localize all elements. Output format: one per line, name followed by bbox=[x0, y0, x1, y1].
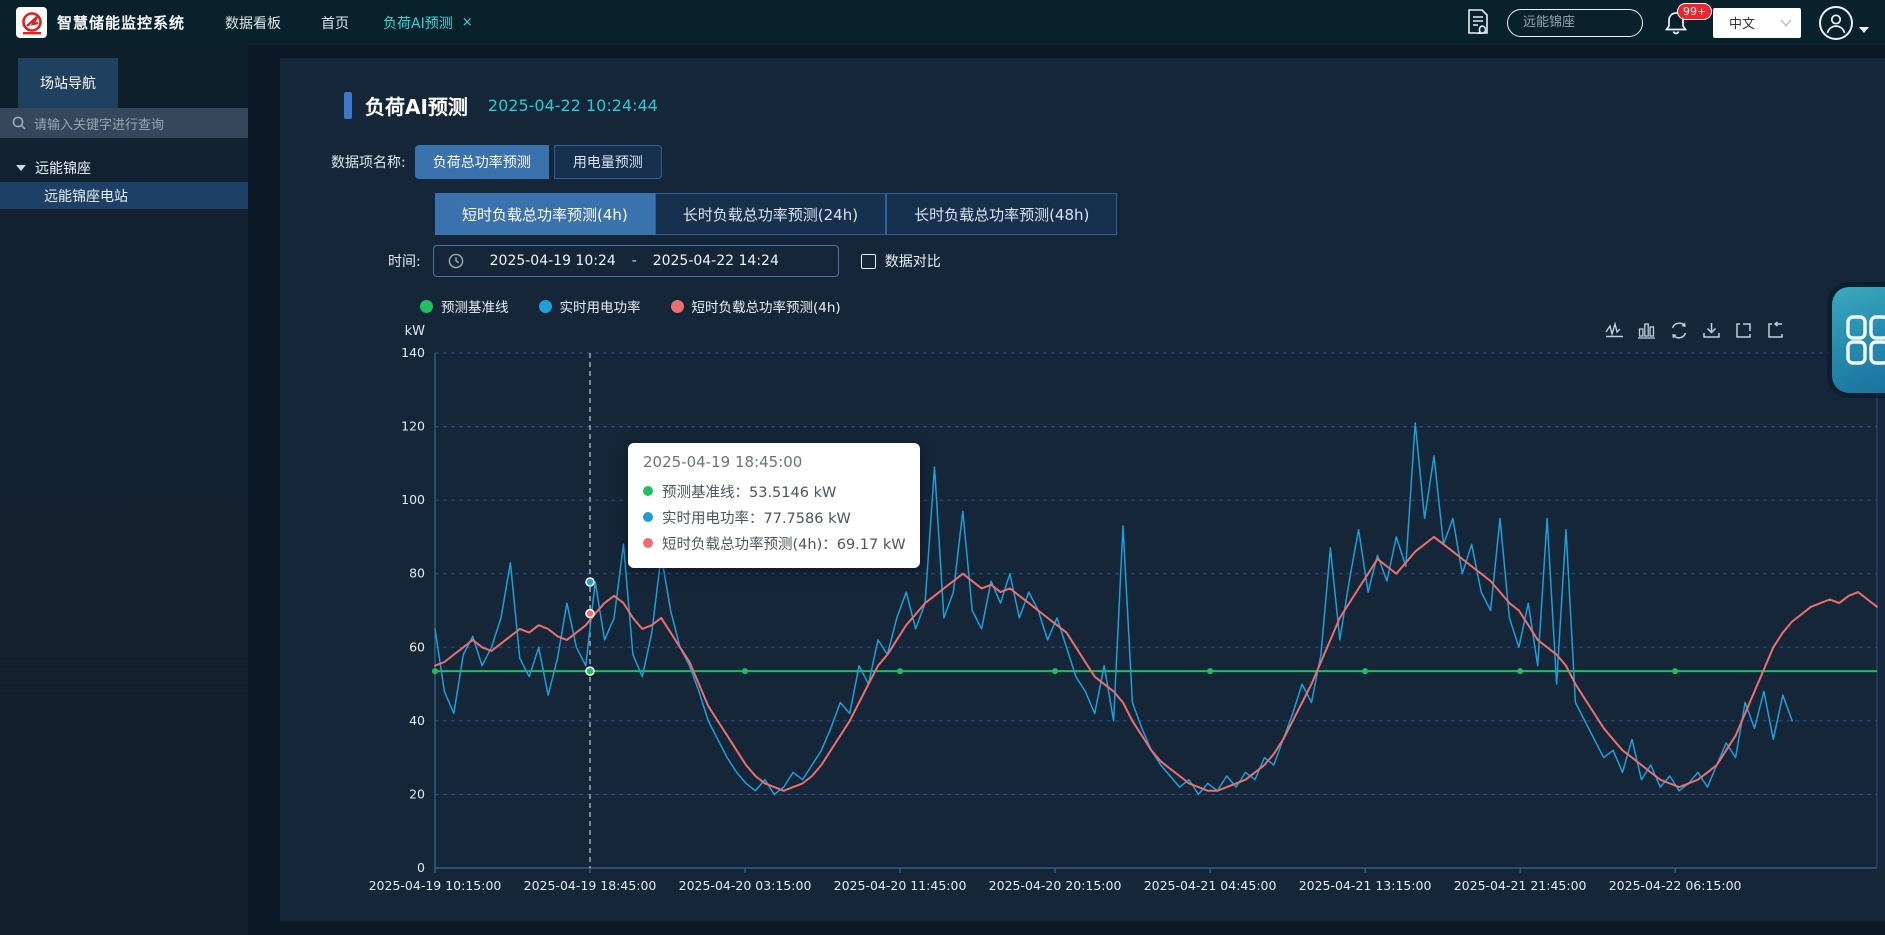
tooltip-row-realtime: 实时用电功率：77.7586 kW bbox=[643, 504, 905, 530]
data-item-row: 数据项名称: 负荷总功率预测 用电量预测 bbox=[331, 145, 662, 179]
clock-icon bbox=[448, 253, 464, 269]
time-label: 时间: bbox=[388, 251, 421, 271]
notification-badge: 99+ bbox=[1677, 3, 1712, 20]
station-search-input[interactable]: 远能锦座 bbox=[1507, 9, 1643, 37]
user-icon bbox=[1824, 11, 1848, 35]
svg-text:40: 40 bbox=[409, 713, 425, 728]
title-bar: 负荷AI预测 2025-04-22 10:24:44 bbox=[344, 91, 658, 120]
svg-text:2025-04-21 04:45:00: 2025-04-21 04:45:00 bbox=[1144, 878, 1277, 893]
svg-text:2025-04-20 11:45:00: 2025-04-20 11:45:00 bbox=[834, 878, 967, 893]
legend-dot-forecast-4h bbox=[671, 300, 684, 313]
tooltip-dot-realtime bbox=[643, 512, 653, 522]
svg-text:100: 100 bbox=[401, 492, 425, 507]
tooltip-text-realtime: 实时用电功率：77.7586 kW bbox=[662, 507, 851, 528]
language-select[interactable]: 中文 bbox=[1713, 8, 1801, 38]
station-sidebar: 场站导航 请输入关键字进行查询 远能锦座 远能锦座电站 bbox=[0, 45, 248, 935]
svg-text:2025-04-20 20:15:00: 2025-04-20 20:15:00 bbox=[989, 878, 1122, 893]
button-load-power-forecast[interactable]: 负荷总功率预测 bbox=[415, 145, 549, 179]
brand-logo bbox=[16, 7, 47, 38]
search-icon bbox=[12, 116, 26, 130]
tooltip-row-baseline: 预测基准线：53.5146 kW bbox=[643, 478, 905, 504]
top-navbar: 智慧储能监控系统 数据看板 首页 负荷AI预测 × 远能锦座 99+ 中文 bbox=[0, 0, 1885, 45]
svg-text:60: 60 bbox=[409, 639, 425, 654]
svg-text:kW: kW bbox=[405, 324, 426, 339]
sidebar-search[interactable]: 请输入关键字进行查询 bbox=[0, 108, 248, 138]
chevron-down-icon bbox=[1780, 19, 1792, 27]
grid-menu-icon bbox=[1845, 314, 1885, 366]
button-short-term-4h[interactable]: 短时负载总功率预测(4h) bbox=[435, 193, 655, 235]
tooltip-text-forecast-4h: 短时负载总功率预测(4h)：69.17 kW bbox=[662, 533, 906, 554]
svg-text:120: 120 bbox=[401, 419, 425, 434]
svg-text:2025-04-19 18:45:00: 2025-04-19 18:45:00 bbox=[524, 878, 657, 893]
svg-text:80: 80 bbox=[409, 566, 425, 581]
time-row: 时间: 2025-04-19 10:24 - 2025-04-22 14:24 … bbox=[388, 245, 941, 277]
legend-item-forecast-4h[interactable]: 短时负载总功率预测(4h) bbox=[671, 296, 841, 316]
navbar-right: 远能锦座 99+ 中文 bbox=[1466, 6, 1869, 40]
button-long-term-48h[interactable]: 长时负载总功率预测(48h) bbox=[886, 193, 1117, 235]
data-compare-checkbox[interactable] bbox=[861, 254, 876, 269]
legend-item-realtime[interactable]: 实时用电功率 bbox=[539, 296, 641, 316]
chart-canvas[interactable]: 0 20 40 60 80 100 120 140 kW 2025-04-19 10:15:00 2… bbox=[340, 320, 1885, 895]
button-long-term-24h[interactable]: 长时负载总功率预测(24h) bbox=[655, 193, 886, 235]
notifications[interactable]: 99+ bbox=[1665, 10, 1687, 35]
sidebar-tab-station-nav[interactable]: 场站导航 bbox=[18, 58, 118, 108]
svg-text:2025-04-19 10:15:00: 2025-04-19 10:15:00 bbox=[369, 878, 502, 893]
tree-parent-label: 远能锦座 bbox=[35, 158, 91, 178]
tab-label: 负荷AI预测 bbox=[383, 13, 453, 33]
sidebar-header: 场站导航 bbox=[0, 45, 248, 108]
nav-item-home[interactable]: 首页 bbox=[321, 13, 349, 33]
page-timestamp: 2025-04-22 10:24:44 bbox=[488, 96, 658, 115]
svg-text:140: 140 bbox=[401, 345, 425, 360]
tooltip-dot-forecast-4h bbox=[643, 538, 653, 548]
station-tree: 远能锦座 远能锦座电站 bbox=[0, 138, 248, 209]
tooltip-text-baseline: 预测基准线：53.5146 kW bbox=[662, 481, 836, 502]
data-compare-label: 数据对比 bbox=[885, 251, 941, 271]
user-avatar[interactable] bbox=[1819, 6, 1853, 40]
load-forecast-chart[interactable]: 0 20 40 60 80 100 120 140 kW 2025-04-19 10:15:00 2… bbox=[340, 320, 1885, 895]
tab-close-icon[interactable]: × bbox=[462, 15, 473, 30]
tree-node-parent[interactable]: 远能锦座 bbox=[0, 154, 248, 182]
tree-expand-caret-icon[interactable] bbox=[16, 165, 26, 171]
svg-text:2025-04-21 13:15:00: 2025-04-21 13:15:00 bbox=[1299, 878, 1432, 893]
page-title: 负荷AI预测 bbox=[365, 91, 468, 120]
app-title: 智慧储能监控系统 bbox=[57, 12, 185, 33]
chart-legend: 预测基准线 实时用电功率 短时负载总功率预测(4h) bbox=[420, 296, 871, 316]
user-menu-caret-icon[interactable] bbox=[1859, 27, 1869, 33]
data-item-button-group: 负荷总功率预测 用电量预测 bbox=[415, 145, 662, 179]
legend-dot-realtime bbox=[539, 300, 552, 313]
svg-text:2025-04-20 03:15:00: 2025-04-20 03:15:00 bbox=[679, 878, 812, 893]
range-start-input[interactable]: 2025-04-19 10:24 bbox=[478, 253, 628, 269]
button-energy-forecast[interactable]: 用电量预测 bbox=[554, 145, 662, 179]
range-separator: - bbox=[632, 253, 637, 269]
tooltip-dot-baseline bbox=[643, 486, 653, 496]
legend-item-baseline[interactable]: 预测基准线 bbox=[420, 296, 509, 316]
tab-load-ai-forecast[interactable]: 负荷AI预测 × bbox=[383, 13, 473, 33]
data-item-label: 数据项名称: bbox=[331, 152, 406, 172]
range-end-input[interactable]: 2025-04-22 14:24 bbox=[641, 253, 791, 269]
tooltip-title: 2025-04-19 18:45:00 bbox=[643, 453, 905, 471]
title-accent-bar bbox=[344, 92, 352, 119]
legend-label-baseline: 预测基准线 bbox=[441, 296, 509, 316]
floating-menu-button[interactable] bbox=[1832, 287, 1885, 393]
chart-tooltip: 2025-04-19 18:45:00 预测基准线：53.5146 kW 实时用… bbox=[628, 443, 920, 568]
data-compare-option: 数据对比 bbox=[861, 251, 941, 271]
svg-text:2025-04-21 21:45:00: 2025-04-21 21:45:00 bbox=[1454, 878, 1587, 893]
legend-label-realtime: 实时用电功率 bbox=[560, 296, 641, 316]
svg-text:2025-04-22 06:15:00: 2025-04-22 06:15:00 bbox=[1609, 878, 1742, 893]
nav-item-dashboard[interactable]: 数据看板 bbox=[225, 13, 281, 33]
tree-node-station-selected[interactable]: 远能锦座电站 bbox=[0, 182, 248, 209]
sidebar-search-placeholder: 请输入关键字进行查询 bbox=[34, 114, 164, 133]
brand-logo-icon bbox=[20, 11, 44, 35]
content-card: 负荷AI预测 2025-04-22 10:24:44 数据项名称: 负荷总功率预… bbox=[280, 58, 1885, 921]
language-value: 中文 bbox=[1729, 13, 1755, 32]
report-document-icon[interactable] bbox=[1466, 8, 1491, 37]
tooltip-row-forecast-4h: 短时负载总功率预测(4h)：69.17 kW bbox=[643, 530, 905, 556]
legend-dot-baseline bbox=[420, 300, 433, 313]
date-range-picker[interactable]: 2025-04-19 10:24 - 2025-04-22 14:24 bbox=[433, 245, 839, 277]
svg-text:20: 20 bbox=[409, 786, 425, 801]
legend-label-forecast-4h: 短时负载总功率预测(4h) bbox=[692, 296, 841, 316]
forecast-type-button-group: 短时负载总功率预测(4h) 长时负载总功率预测(24h) 长时负载总功率预测(4… bbox=[435, 193, 1117, 235]
svg-text:0: 0 bbox=[417, 860, 425, 875]
